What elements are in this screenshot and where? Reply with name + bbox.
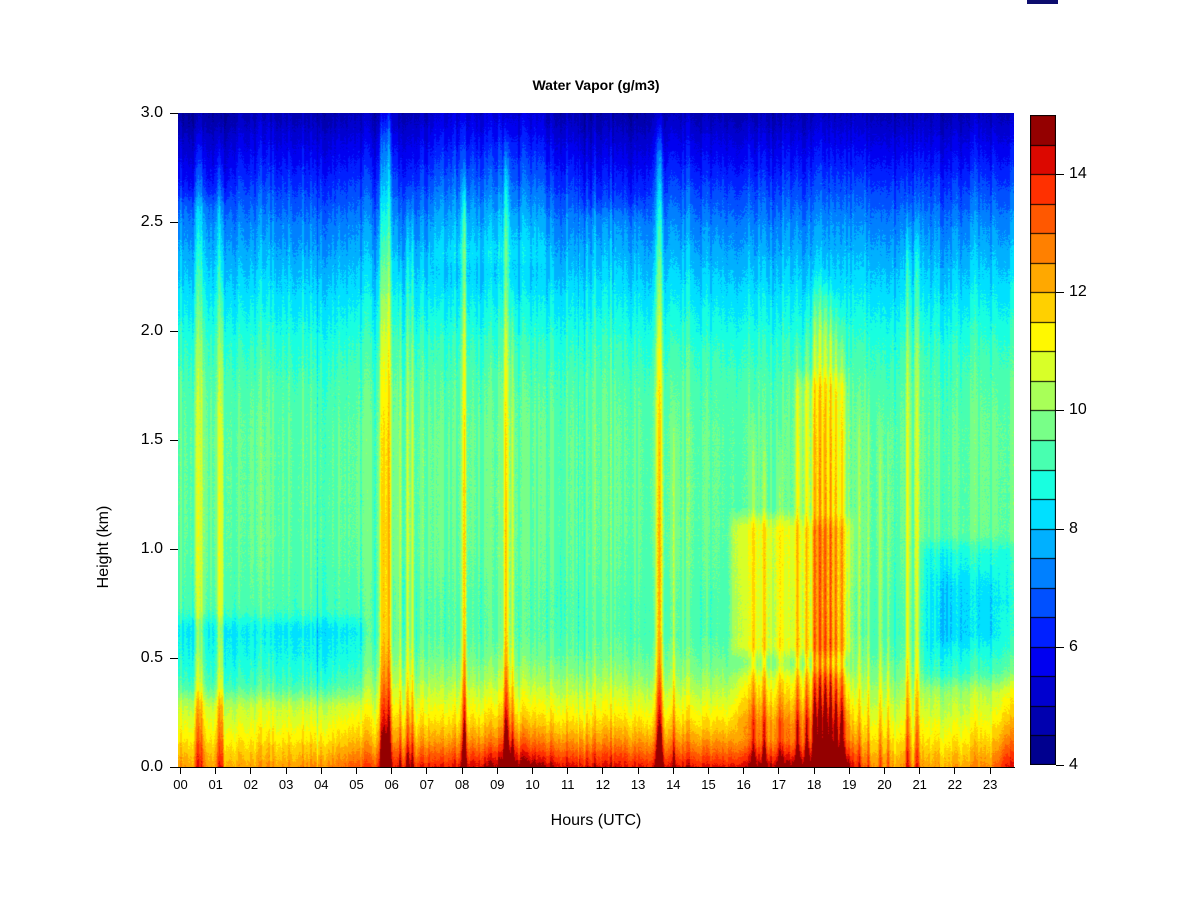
x-tick-label: 01 [203, 777, 229, 792]
x-tick-mark [567, 767, 568, 774]
y-axis-title: Height (km) [95, 506, 113, 589]
heatmap-canvas [178, 113, 1014, 767]
x-tick-label: 07 [414, 777, 440, 792]
x-tick-label: 12 [590, 777, 616, 792]
y-tick-label: 1.0 [119, 540, 163, 558]
x-tick-mark [250, 767, 251, 774]
colorbar-tick-label: 8 [1069, 520, 1078, 538]
y-tick-label: 0.0 [119, 758, 163, 776]
x-tick-mark [708, 767, 709, 774]
x-tick-label: 19 [836, 777, 862, 792]
x-tick-mark [532, 767, 533, 774]
x-tick-label: 08 [449, 777, 475, 792]
x-tick-mark [638, 767, 639, 774]
x-tick-mark [884, 767, 885, 774]
y-tick-mark [170, 440, 178, 441]
x-tick-mark [673, 767, 674, 774]
colorbar-tick-label: 14 [1069, 165, 1087, 183]
y-tick-label: 2.0 [119, 322, 163, 340]
x-tick-label: 00 [168, 777, 194, 792]
colorbar-tick-mark [1056, 529, 1064, 530]
x-tick-label: 04 [308, 777, 334, 792]
colorbar-tick-mark [1056, 292, 1064, 293]
x-tick-mark [321, 767, 322, 774]
colorbar-tick-label: 12 [1069, 283, 1087, 301]
x-tick-mark [462, 767, 463, 774]
y-tick-label: 1.5 [119, 431, 163, 449]
x-tick-label: 17 [766, 777, 792, 792]
x-tick-mark [814, 767, 815, 774]
y-tick-mark [170, 658, 178, 659]
x-tick-mark [954, 767, 955, 774]
x-axis-title: Hours (UTC) [0, 812, 1192, 830]
y-tick-mark [170, 549, 178, 550]
colorbar-tick-mark [1056, 647, 1064, 648]
x-tick-label: 14 [660, 777, 686, 792]
x-tick-mark [919, 767, 920, 774]
x-tick-mark [180, 767, 181, 774]
figure: Water Vapor (g/m3) 00 01 02 03 04 05 06 07 08 09 1… [0, 0, 1200, 900]
x-axis-line [178, 767, 1015, 768]
x-tick-label: 10 [520, 777, 546, 792]
colorbar-tick-label: 4 [1069, 756, 1078, 774]
colorbar-tick-mark [1056, 765, 1064, 766]
cropped-artifact [1027, 0, 1058, 4]
y-tick-mark [170, 767, 178, 768]
x-tick-mark [391, 767, 392, 774]
x-tick-label: 06 [379, 777, 405, 792]
x-tick-mark [215, 767, 216, 774]
x-tick-label: 02 [238, 777, 264, 792]
x-tick-label: 05 [344, 777, 370, 792]
x-tick-label: 13 [625, 777, 651, 792]
colorbar-tick-mark [1056, 174, 1064, 175]
x-tick-label: 09 [484, 777, 510, 792]
x-tick-label: 18 [801, 777, 827, 792]
y-tick-label: 3.0 [119, 104, 163, 122]
x-tick-mark [426, 767, 427, 774]
colorbar-tick-label: 10 [1069, 401, 1087, 419]
colorbar-tick-mark [1056, 410, 1064, 411]
x-tick-mark [849, 767, 850, 774]
x-tick-label: 11 [555, 777, 581, 792]
chart-title: Water Vapor (g/m3) [0, 77, 1192, 93]
x-tick-label: 15 [696, 777, 722, 792]
y-tick-mark [170, 222, 178, 223]
x-tick-label: 23 [977, 777, 1003, 792]
x-tick-label: 16 [731, 777, 757, 792]
y-tick-label: 0.5 [119, 649, 163, 667]
x-tick-label: 22 [942, 777, 968, 792]
x-tick-label: 21 [907, 777, 933, 792]
x-tick-mark [990, 767, 991, 774]
y-tick-mark [170, 113, 178, 114]
x-tick-mark [356, 767, 357, 774]
colorbar-tick-label: 6 [1069, 638, 1078, 656]
y-tick-mark [170, 331, 178, 332]
x-tick-mark [286, 767, 287, 774]
x-tick-mark [602, 767, 603, 774]
x-tick-mark [497, 767, 498, 774]
x-tick-label: 20 [872, 777, 898, 792]
x-tick-mark [743, 767, 744, 774]
y-tick-label: 2.5 [119, 213, 163, 231]
x-tick-mark [778, 767, 779, 774]
colorbar [1030, 115, 1056, 765]
x-tick-label: 03 [273, 777, 299, 792]
